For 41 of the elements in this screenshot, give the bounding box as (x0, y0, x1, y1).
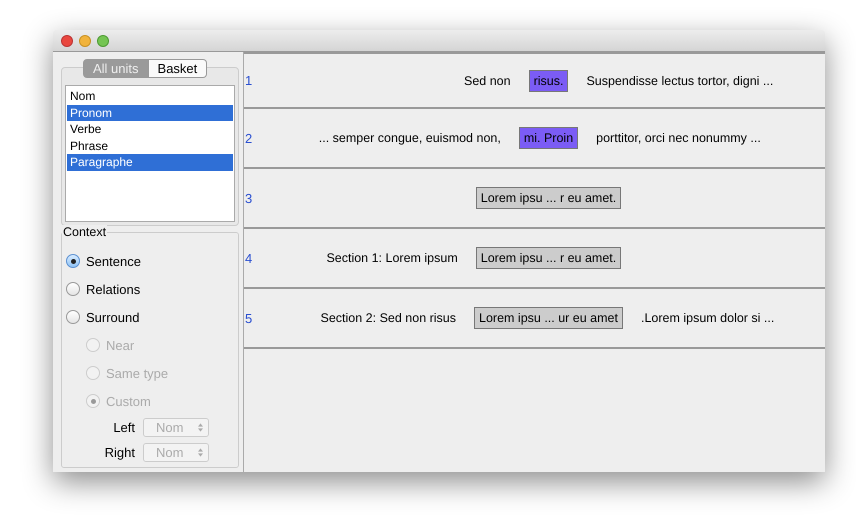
radio-button[interactable] (66, 282, 80, 296)
list-item[interactable]: Phrase (67, 138, 233, 154)
radio-button[interactable] (66, 254, 80, 268)
radio-button[interactable] (66, 310, 80, 324)
stepper-arrows-icon (198, 448, 203, 457)
context-text: .Lorem ipsum dolor si ... (640, 311, 774, 325)
context-text: porttitor, orci nec nonummy ... (596, 131, 761, 145)
list-item[interactable]: Verbe (67, 121, 233, 138)
match-highlight: risus. (528, 70, 568, 92)
context-text: Section 1: Lorem ipsum (326, 251, 458, 265)
match-highlight: Lorem ipsu ... r eu amet. (476, 247, 622, 269)
stepper-arrows-icon (198, 423, 203, 432)
tab[interactable]: All units (83, 59, 149, 78)
row-number: 2 (244, 130, 254, 146)
row-number: 4 (244, 250, 254, 266)
list-item[interactable]: Pronom (67, 104, 233, 121)
field-label: Right (104, 445, 135, 460)
match-highlight: Lorem ipsu ... ur eu amet (474, 307, 623, 329)
list-item[interactable]: Paragraphe (67, 154, 233, 170)
match-highlight: mi. Proin (518, 127, 578, 149)
zoom-button[interactable] (97, 34, 109, 46)
radio-label: Near (106, 338, 134, 352)
list-item[interactable]: Nom (67, 88, 233, 104)
radio-label: Surround (86, 310, 140, 324)
context-text: Section 2: Sed non risus (320, 311, 456, 325)
close-button[interactable] (61, 34, 73, 46)
row-number: 3 (244, 190, 254, 206)
field-label: Left (112, 420, 135, 435)
context-text: Suspendisse lectus tortor, digni ... (586, 74, 774, 88)
radio-label: Same type (106, 366, 168, 380)
radio-label: Sentence (86, 254, 141, 268)
minimize-button[interactable] (79, 34, 91, 46)
match-highlight: Lorem ipsu ... r eu amet. (476, 187, 622, 209)
tab[interactable]: Basket (148, 59, 208, 78)
row-number: 5 (244, 310, 254, 326)
radio-label: Custom (106, 394, 151, 408)
row-number: 1 (244, 73, 254, 88)
context-text: Sed non (464, 74, 511, 88)
group-title: Context (62, 225, 108, 239)
radio-label: Relations (86, 282, 140, 296)
context-text: ... semper congue, euismod non, (318, 131, 501, 145)
